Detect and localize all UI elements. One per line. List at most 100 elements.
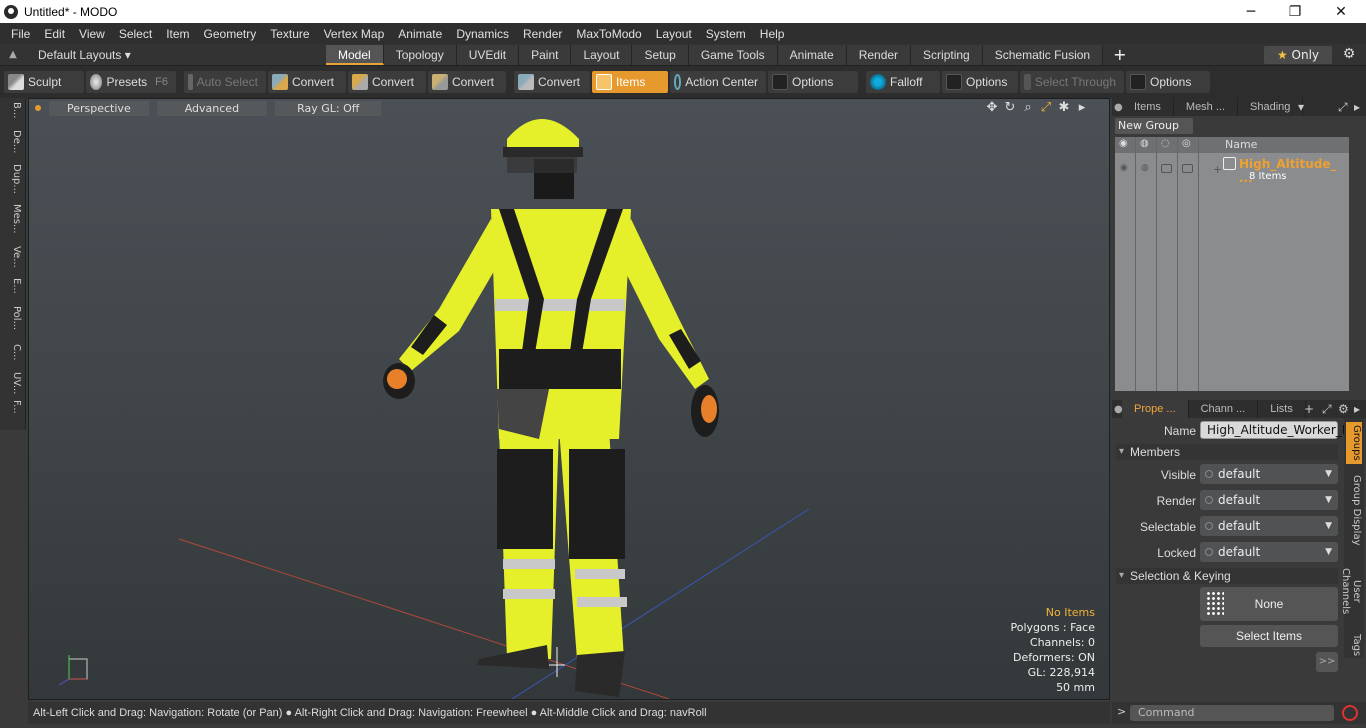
tab-properties[interactable]: Prope ... bbox=[1122, 400, 1189, 418]
menu-render[interactable]: Render bbox=[516, 27, 569, 41]
tab-uvedit[interactable]: UVEdit bbox=[456, 44, 520, 65]
left-tab-fusion[interactable]: F... bbox=[2, 400, 22, 414]
render-icon[interactable]: ◌ bbox=[1161, 138, 1170, 149]
tab-topology[interactable]: Topology bbox=[383, 44, 457, 65]
sculpt-button[interactable]: Sculpt bbox=[4, 71, 84, 93]
menu-help[interactable]: Help bbox=[753, 27, 792, 41]
advanced-button[interactable]: Advanced bbox=[156, 100, 268, 116]
menu-vertex-map[interactable]: Vertex Map bbox=[317, 27, 392, 41]
add-tab-icon[interactable]: + bbox=[1103, 45, 1136, 64]
select-icon[interactable]: ◎ bbox=[1182, 138, 1191, 149]
menu-select[interactable]: Select bbox=[112, 27, 159, 41]
convert-button-2[interactable]: Convert bbox=[348, 71, 426, 93]
tab-game-tools[interactable]: Game Tools bbox=[688, 44, 778, 65]
convert-button-4[interactable]: Convert bbox=[514, 71, 590, 93]
perspective-button[interactable]: Perspective bbox=[49, 100, 149, 116]
panel-menu-dot[interactable]: ● bbox=[1112, 102, 1123, 113]
tab-schematic-fusion[interactable]: Schematic Fusion bbox=[982, 44, 1104, 65]
item-list[interactable]: ◉ ◍ ◌ ◎ Name ◉ ◍ + High_Altitude_ ... 8 … bbox=[1115, 137, 1349, 391]
expand-plus-icon[interactable]: + bbox=[1213, 163, 1222, 176]
auto-select-button[interactable]: Auto Select bbox=[184, 71, 266, 93]
locked-dropdown[interactable]: default ▼ bbox=[1200, 542, 1338, 562]
tab-lists[interactable]: Lists bbox=[1258, 400, 1306, 418]
close-button[interactable]: ✕ bbox=[1318, 0, 1364, 23]
menu-file[interactable]: File bbox=[0, 27, 37, 41]
visibility-eye-icon[interactable]: ◉ bbox=[1120, 163, 1128, 173]
tab-animate[interactable]: Animate bbox=[777, 44, 847, 65]
expand-icon[interactable]: ▸ bbox=[1354, 402, 1360, 416]
panel-menu-dot[interactable]: ● bbox=[1112, 404, 1123, 415]
select-checkbox[interactable] bbox=[1182, 164, 1193, 173]
falloff-button[interactable]: Falloff bbox=[866, 71, 940, 93]
maximize-button[interactable]: ❐ bbox=[1272, 0, 1318, 23]
tab-scripting[interactable]: Scripting bbox=[911, 44, 983, 65]
maximize-panel-icon[interactable]: ⤢ bbox=[1322, 402, 1332, 417]
left-tab-edge[interactable]: E... bbox=[2, 278, 22, 294]
left-tab-mesh[interactable]: Mes... bbox=[2, 204, 22, 234]
new-group-button[interactable]: New Group bbox=[1115, 118, 1193, 134]
side-tab-group-display[interactable]: Group Display bbox=[1346, 470, 1362, 550]
render-checkbox[interactable] bbox=[1161, 164, 1172, 173]
menu-item[interactable]: Item bbox=[159, 27, 196, 41]
maximize-panel-icon[interactable]: ⤢ bbox=[1338, 100, 1348, 115]
items-mode-button[interactable]: Items bbox=[592, 71, 668, 93]
tab-layout[interactable]: Layout bbox=[571, 44, 633, 65]
zoom-icon[interactable]: ⌕ bbox=[1019, 100, 1037, 115]
none-button[interactable]: None bbox=[1200, 587, 1338, 621]
group-name-field[interactable]: High_Altitude_Worker_Ful bbox=[1200, 421, 1359, 439]
tab-render[interactable]: Render bbox=[846, 44, 912, 65]
left-tab-duplicate[interactable]: Dup... bbox=[2, 164, 22, 194]
tab-paint[interactable]: Paint bbox=[519, 44, 572, 65]
lock-icon[interactable]: ◍ bbox=[1140, 138, 1149, 149]
viewport-menu-dot[interactable] bbox=[35, 105, 41, 111]
select-through-button[interactable]: Select Through bbox=[1020, 71, 1124, 93]
menu-system[interactable]: System bbox=[699, 27, 753, 41]
convert-button-1[interactable]: Convert bbox=[268, 71, 346, 93]
selectable-dropdown[interactable]: default ▼ bbox=[1200, 516, 1338, 536]
options-button-1[interactable]: Options bbox=[768, 71, 858, 93]
members-section[interactable]: Members bbox=[1116, 444, 1338, 460]
menu-geometry[interactable]: Geometry bbox=[197, 27, 264, 41]
pin-icon[interactable]: ▲ bbox=[0, 49, 26, 60]
left-tab-basic[interactable]: B... bbox=[2, 102, 22, 118]
item-list-scrollbar[interactable] bbox=[1352, 137, 1364, 391]
expand-arrow-icon[interactable]: ▸ bbox=[1073, 100, 1091, 115]
tab-shading[interactable]: Shading bbox=[1238, 98, 1304, 116]
expand-icon[interactable]: ▸ bbox=[1354, 100, 1360, 114]
presets-button[interactable]: Presets F6 bbox=[86, 71, 176, 93]
side-tab-user-channels[interactable]: User Channels bbox=[1340, 556, 1362, 626]
command-input[interactable]: Command bbox=[1130, 705, 1334, 721]
options-button-3[interactable]: Options bbox=[1126, 71, 1210, 93]
menu-edit[interactable]: Edit bbox=[37, 27, 72, 41]
tab-setup[interactable]: Setup bbox=[632, 44, 689, 65]
record-icon[interactable] bbox=[1342, 705, 1358, 721]
more-button[interactable]: >> bbox=[1316, 652, 1338, 672]
menu-animate[interactable]: Animate bbox=[391, 27, 449, 41]
rotate-icon[interactable]: ↻ bbox=[1001, 100, 1019, 115]
dropdown-arrow-icon[interactable]: ▾ bbox=[1298, 100, 1304, 114]
tab-channels[interactable]: Chann ... bbox=[1189, 400, 1259, 418]
menu-view[interactable]: View bbox=[72, 27, 112, 41]
tab-mesh[interactable]: Mesh ... bbox=[1174, 98, 1239, 116]
lock-icon[interactable]: ◍ bbox=[1141, 163, 1149, 173]
menu-layout[interactable]: Layout bbox=[649, 27, 699, 41]
pan-icon[interactable]: ✥ bbox=[983, 100, 1001, 115]
name-column-header[interactable]: Name bbox=[1225, 138, 1257, 151]
render-dropdown[interactable]: default ▼ bbox=[1200, 490, 1338, 510]
settings-icon[interactable]: ✱ bbox=[1055, 100, 1073, 115]
raygl-button[interactable]: Ray GL: Off bbox=[275, 100, 382, 116]
gear-icon[interactable]: ⚙ bbox=[1338, 402, 1349, 416]
convert-button-3[interactable]: Convert bbox=[428, 71, 506, 93]
menu-maxtomodo[interactable]: MaxToModo bbox=[569, 27, 648, 41]
menu-dynamics[interactable]: Dynamics bbox=[449, 27, 516, 41]
scene-canvas[interactable] bbox=[29, 99, 1110, 700]
visible-dropdown[interactable]: default ▼ bbox=[1200, 464, 1338, 484]
list-item[interactable]: ◉ ◍ + High_Altitude_ ... 8 Items bbox=[1115, 155, 1349, 185]
action-center-button[interactable]: Action Center bbox=[670, 71, 766, 93]
left-tab-uv[interactable]: UV... bbox=[2, 372, 22, 394]
selection-keying-section[interactable]: Selection & Keying bbox=[1116, 568, 1338, 584]
select-items-button[interactable]: Select Items bbox=[1200, 625, 1338, 647]
minimize-button[interactable]: ─ bbox=[1228, 0, 1274, 23]
left-tab-deform[interactable]: De... bbox=[2, 130, 22, 153]
3d-viewport[interactable]: Perspective Advanced Ray GL: Off ✥ ↻ ⌕ ⤢… bbox=[28, 98, 1110, 700]
